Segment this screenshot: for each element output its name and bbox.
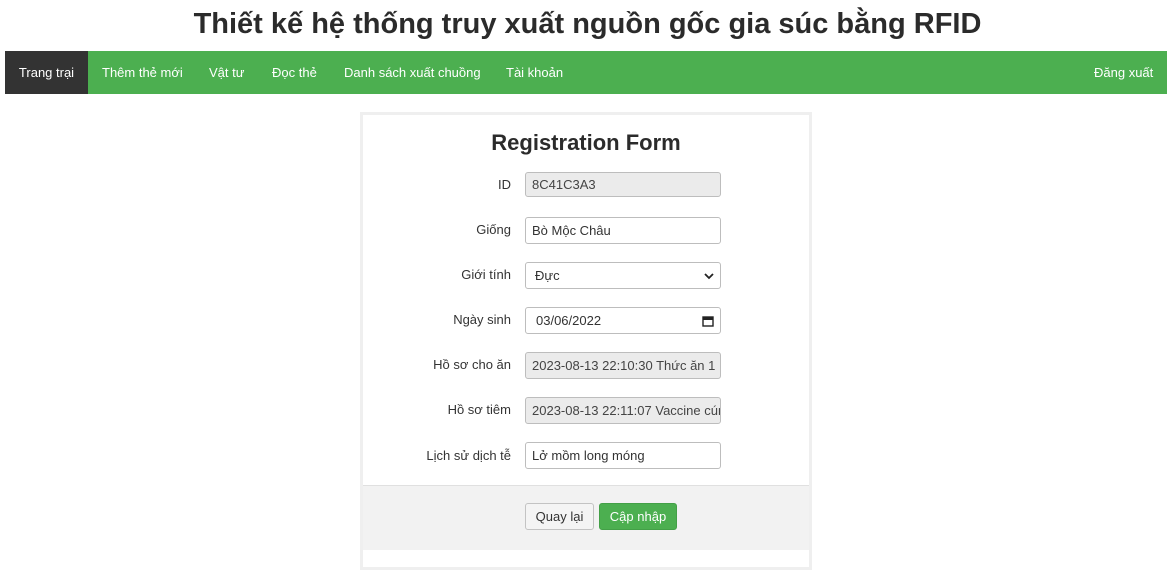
epidemic-input[interactable]: Lở mồm long móng (525, 442, 721, 469)
nav-item-danh-sach-xuat-chuong[interactable]: Danh sách xuất chuồng (344, 51, 481, 94)
birthdate-input[interactable]: 03/06/2022 (525, 307, 721, 334)
nav-item-them-the-moi[interactable]: Thêm thẻ mới (102, 51, 183, 94)
form-footer: Quay lại Cập nhập (363, 485, 809, 550)
feeding-value: 2023-08-13 22:10:30 Thức ăn 1 (532, 358, 716, 373)
nav-item-tai-khoan[interactable]: Tài khoản (506, 51, 563, 94)
birthdate-label: Ngày sinh (453, 312, 511, 327)
gender-value: Đực (535, 268, 560, 283)
calendar-icon[interactable] (702, 308, 714, 333)
epidemic-label: Lịch sử dịch tễ (426, 448, 511, 463)
gender-label: Giới tính (461, 267, 511, 282)
logout-link[interactable]: Đăng xuất (1094, 51, 1153, 94)
chevron-down-icon (704, 263, 714, 288)
back-button[interactable]: Quay lại (525, 503, 594, 530)
top-navbar: Trang trại Thêm thẻ mới Vật tư Đọc thẻ D… (5, 51, 1167, 94)
epidemic-value: Lở mồm long móng (532, 448, 645, 463)
page-title: Thiết kế hệ thống truy xuất nguồn gốc gi… (193, 8, 982, 40)
breed-input[interactable]: Bò Mộc Châu (525, 217, 721, 244)
feeding-label: Hồ sơ cho ăn (433, 357, 511, 372)
birthdate-value: 03/06/2022 (536, 313, 602, 328)
vaccination-field: 2023-08-13 22:11:07 Vaccine cúm (525, 397, 721, 424)
feeding-field: 2023-08-13 22:10:30 Thức ăn 1 (525, 352, 721, 379)
vaccination-value: 2023-08-13 22:11:07 Vaccine cúm (532, 403, 721, 418)
nav-item-vat-tu[interactable]: Vật tư (209, 51, 244, 94)
vaccination-label: Hồ sơ tiêm (447, 402, 511, 417)
id-value: 8C41C3A3 (532, 177, 596, 192)
breed-label: Giống (476, 222, 511, 237)
update-button[interactable]: Cập nhập (599, 503, 677, 530)
id-label: ID (498, 177, 511, 192)
id-field: 8C41C3A3 (525, 172, 721, 197)
nav-item-doc-the[interactable]: Đọc thẻ (272, 51, 317, 94)
breed-value: Bò Mộc Châu (532, 223, 611, 238)
registration-form: Registration Form ID 8C41C3A3 Giống Bò M… (360, 112, 812, 570)
gender-select[interactable]: Đực (525, 262, 721, 289)
nav-item-trang-trai[interactable]: Trang trại (5, 51, 88, 94)
form-title: Registration Form (491, 130, 681, 155)
